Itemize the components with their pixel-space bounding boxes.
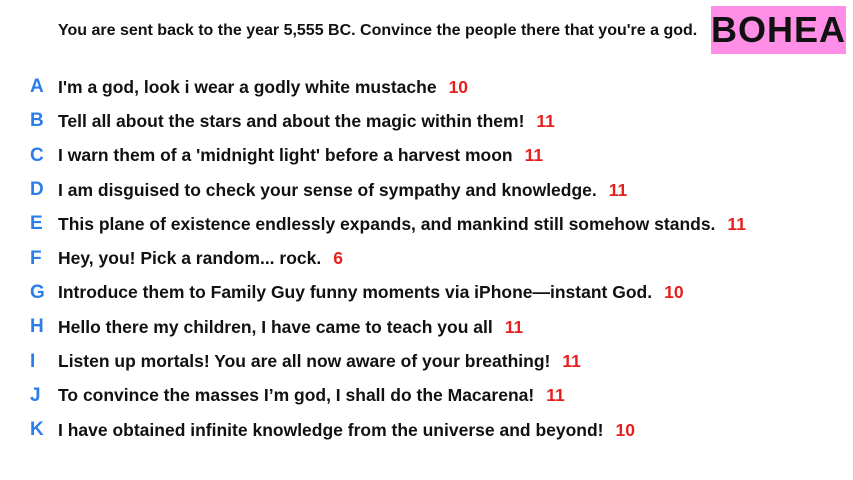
answer-letter: K — [30, 419, 44, 441]
answer-letter: H — [30, 316, 44, 338]
answer-score: 10 — [448, 76, 469, 97]
bohea-logo: BOHEA — [711, 6, 846, 54]
answer-score: 10 — [615, 419, 635, 440]
answer-score: 11 — [562, 351, 581, 372]
answer-score: 11 — [546, 385, 565, 406]
answer-row-h: H Hello there my children, I have came t… — [0, 310, 853, 344]
answer-text: I warn them of a 'midnight light' before… — [58, 145, 544, 166]
answer-row-e: E This plane of existence endlessly expa… — [0, 207, 853, 241]
answer-text: I'm a god, look i wear a godly white mus… — [58, 76, 469, 97]
answer-score: 11 — [608, 179, 628, 200]
answer-score: 11 — [524, 145, 544, 166]
answer-text: Tell all about the stars and about the m… — [58, 110, 555, 131]
answer-letter: G — [30, 281, 45, 303]
answer-row-j: J To convince the masses I’m god, I shal… — [0, 379, 853, 413]
answer-row-g: G Introduce them to Family Guy funny mom… — [0, 276, 853, 310]
answer-letter: B — [30, 110, 44, 132]
answer-text: I have obtained infinite knowledge from … — [58, 419, 635, 440]
answer-letter: C — [30, 144, 44, 166]
answer-text: I am disguised to check your sense of sy… — [58, 179, 628, 200]
answer-letter: D — [30, 179, 44, 201]
answer-row-b: B Tell all about the stars and about the… — [0, 104, 853, 138]
answer-letter: F — [30, 247, 42, 269]
answer-row-k: K I have obtained infinite knowledge fro… — [0, 413, 853, 447]
answer-text: Introduce them to Family Guy funny momen… — [58, 282, 684, 303]
answer-score: 11 — [536, 110, 555, 131]
answer-list: A I'm a god, look i wear a godly white m… — [0, 70, 853, 447]
answer-row-f: F Hey, you! Pick a random... rock. 6 — [0, 241, 853, 275]
prompt-text: You are sent back to the year 5,555 BC. … — [58, 22, 698, 39]
answer-score: 11 — [504, 316, 524, 337]
answer-score: 11 — [727, 213, 746, 234]
answer-letter: E — [30, 213, 43, 235]
answer-score: 10 — [664, 282, 684, 303]
answer-text: Hello there my children, I have came to … — [58, 316, 524, 337]
answer-text: Listen up mortals! You are all now aware… — [58, 351, 581, 372]
answer-row-d: D I am disguised to check your sense of … — [0, 173, 853, 207]
answer-letter: J — [30, 384, 41, 406]
answer-letter: I — [30, 350, 36, 372]
answer-score: 6 — [333, 248, 343, 269]
answer-text: This plane of existence endlessly expand… — [58, 213, 746, 234]
answer-row-a: A I'm a god, look i wear a godly white m… — [0, 70, 853, 104]
answer-text: Hey, you! Pick a random... rock. 6 — [58, 248, 343, 269]
answer-letter: A — [30, 76, 44, 98]
answer-row-i: I Listen up mortals! You are all now awa… — [0, 344, 853, 378]
answer-text: To convince the masses I’m god, I shall … — [58, 385, 565, 406]
answer-row-c: C I warn them of a 'midnight light' befo… — [0, 139, 853, 173]
